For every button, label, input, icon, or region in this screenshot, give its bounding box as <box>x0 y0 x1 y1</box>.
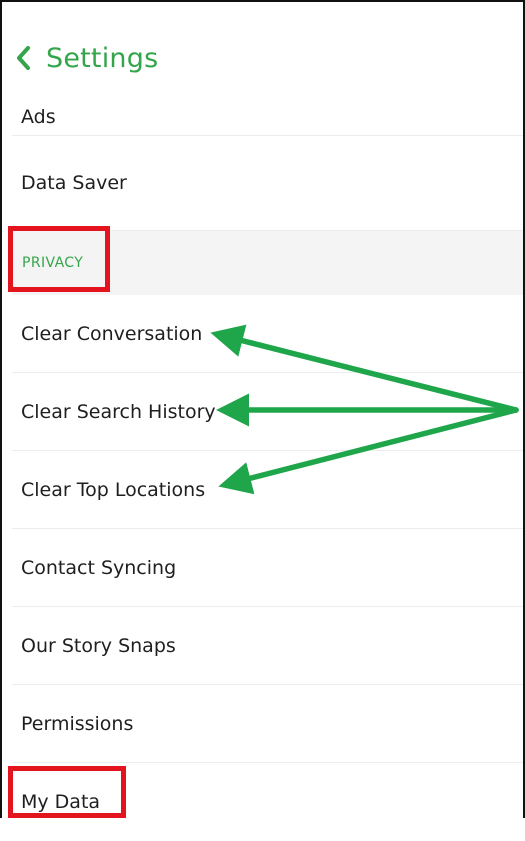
settings-item-label: Contact Syncing <box>21 556 177 579</box>
settings-item-label: Permissions <box>21 712 134 735</box>
settings-item-clear-conversation[interactable]: Clear Conversation <box>12 295 523 373</box>
settings-list: Ads Data Saver PRIVACY Clear Conversatio… <box>12 98 523 841</box>
settings-item-label: Ads <box>21 105 56 128</box>
settings-item-label: Our Story Snaps <box>21 634 176 657</box>
settings-item-our-story-snaps[interactable]: Our Story Snaps <box>12 607 523 685</box>
settings-item-ads[interactable]: Ads <box>12 98 523 136</box>
section-header-privacy: PRIVACY <box>12 231 523 295</box>
settings-item-label: Clear Search History <box>21 400 216 423</box>
settings-item-contact-syncing[interactable]: Contact Syncing <box>12 529 523 607</box>
settings-item-my-data[interactable]: My Data <box>12 763 523 841</box>
settings-item-label: My Data <box>21 791 101 813</box>
chevron-left-icon[interactable] <box>12 43 34 73</box>
section-label: PRIVACY <box>22 255 84 271</box>
settings-item-clear-search-history[interactable]: Clear Search History <box>12 373 523 451</box>
settings-item-permissions[interactable]: Permissions <box>12 685 523 763</box>
settings-item-label: Data Saver <box>21 172 127 194</box>
page-title: Settings <box>46 42 159 74</box>
settings-header: Settings <box>12 38 158 78</box>
settings-item-label: Clear Conversation <box>21 322 203 345</box>
settings-item-label: Clear Top Locations <box>21 478 206 501</box>
settings-item-clear-top-locations[interactable]: Clear Top Locations <box>12 451 523 529</box>
settings-item-data-saver[interactable]: Data Saver <box>12 136 523 231</box>
